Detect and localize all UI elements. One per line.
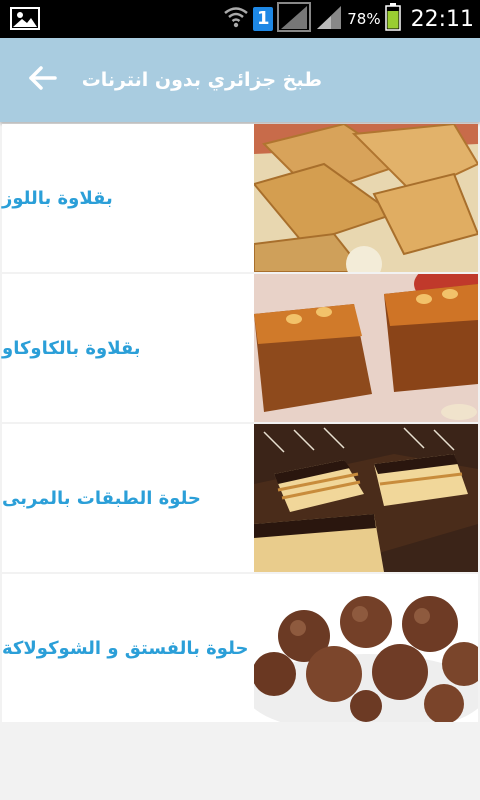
list-item[interactable]: بقلاوة باللوز xyxy=(2,124,478,272)
recipe-title: بقلاوة باللوز xyxy=(2,124,242,272)
page-title: طبخ جزائري بدون انترنات xyxy=(81,69,322,91)
pistachio-chocolate-truffles-photo xyxy=(254,574,478,722)
arrow-left-icon xyxy=(27,65,57,95)
sim-icon xyxy=(277,2,312,36)
layer-cake-jam-photo xyxy=(254,424,478,572)
recipe-title-text: حلوة بالفستق و الشوكولاكة xyxy=(2,637,249,659)
recipe-title-text: حلوة الطبقات بالمربى xyxy=(2,487,201,509)
battery-icon xyxy=(384,3,401,35)
wifi-icon xyxy=(223,4,249,34)
recipe-title-text: بقلاوة بالكاوكاو xyxy=(2,337,141,359)
recipe-title: حلوة الطبقات بالمربى xyxy=(2,424,242,572)
list-item[interactable]: حلوة الطبقات بالمربى xyxy=(2,424,478,572)
list-item[interactable]: بقلاوة بالكاوكاو xyxy=(2,274,478,422)
app-bar: طبخ جزائري بدون انترنات xyxy=(0,38,480,122)
gallery-icon xyxy=(10,6,40,31)
recipe-title: حلوة بالفستق و الشوكولاكة xyxy=(2,574,248,722)
recipe-title: بقلاوة بالكاوكاو xyxy=(2,274,242,422)
back-button[interactable] xyxy=(24,64,60,96)
signal-icon xyxy=(315,4,343,34)
notification-badge: 1 xyxy=(253,7,274,31)
list-item[interactable]: حلوة بالفستق و الشوكولاكة xyxy=(2,574,478,722)
recipe-title-text: بقلاوة باللوز xyxy=(2,187,113,209)
baklava-peanut-photo xyxy=(254,274,478,422)
baklava-almond-photo xyxy=(254,124,478,272)
battery-percent: 78% xyxy=(347,10,381,28)
status-bar: 1 78% 22:11 xyxy=(0,0,480,38)
clock: 22:11 xyxy=(410,6,474,32)
